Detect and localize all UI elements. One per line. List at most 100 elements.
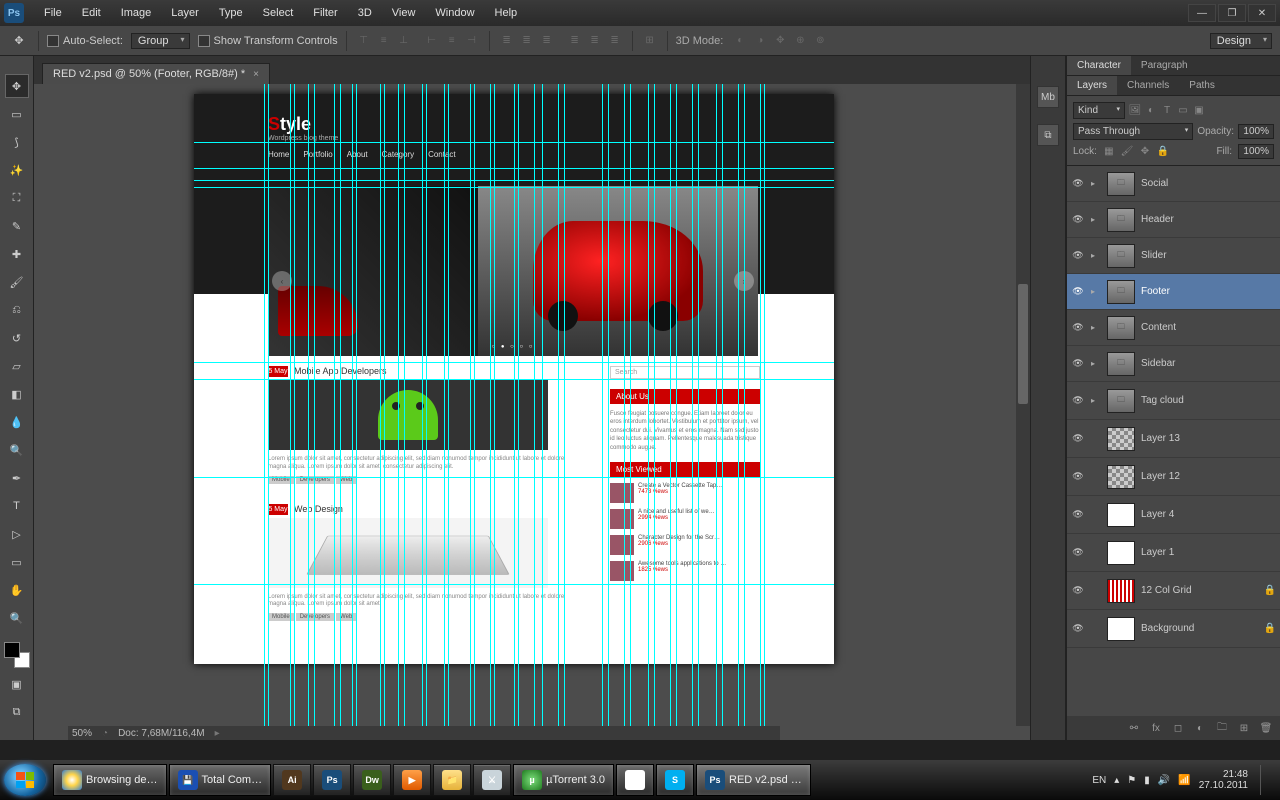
link-layers-icon[interactable]: ⚯	[1126, 720, 1142, 736]
type-tool[interactable]: T	[5, 494, 29, 518]
clock[interactable]: 21:4827.10.2011	[1199, 769, 1248, 791]
visibility-toggle[interactable]	[1071, 177, 1085, 191]
layer-row[interactable]: ▸ 🗀 Content	[1067, 310, 1280, 346]
layer-row[interactable]: Layer 4	[1067, 496, 1280, 534]
volume-icon[interactable]: 🔊	[1158, 775, 1170, 786]
menu-item[interactable]: File	[36, 5, 70, 21]
3d-tool-5[interactable]: ⊚	[811, 32, 829, 50]
action-center-icon[interactable]: ⚑	[1127, 775, 1136, 786]
menu-item[interactable]: Edit	[74, 5, 109, 21]
layer-row[interactable]: Layer 1	[1067, 534, 1280, 572]
layer-row[interactable]: Background 🔒	[1067, 610, 1280, 648]
filter-kind[interactable]: Kind	[1073, 102, 1125, 119]
taskbar-item-teamviewer[interactable]: ⟳	[616, 764, 654, 796]
pen-tool[interactable]: ✒	[5, 466, 29, 490]
blend-mode[interactable]: Pass Through	[1073, 123, 1193, 140]
new-group-icon[interactable]: 🗀	[1214, 720, 1230, 736]
hand-tool[interactable]: ✋	[5, 578, 29, 602]
filter-pixel-icon[interactable]: 🖼	[1129, 105, 1141, 117]
disclose-icon[interactable]: ▸	[1091, 359, 1101, 368]
maximize-button[interactable]: ❐	[1218, 4, 1246, 22]
screen-mode[interactable]: ⧉	[5, 700, 29, 724]
align-hmid-icon[interactable]: ≡	[443, 32, 461, 50]
filter-shape-icon[interactable]: ▭	[1177, 105, 1189, 117]
3d-tool-3[interactable]: ✥	[771, 32, 789, 50]
visibility-toggle[interactable]	[1071, 357, 1085, 371]
align-vmid-icon[interactable]: ≡	[375, 32, 393, 50]
mini-panel-2[interactable]: ⧉	[1037, 124, 1059, 146]
lock-trans-icon[interactable]: ▦	[1103, 146, 1115, 158]
fill-field[interactable]: 100%	[1238, 144, 1274, 159]
network-icon[interactable]: 📶	[1178, 775, 1190, 786]
canvas-area[interactable]: SStyletyle Wordpress blog theme HomePort…	[34, 84, 1030, 740]
disclose-icon[interactable]: ▸	[1091, 287, 1101, 296]
crop-tool[interactable]: ⛶	[5, 186, 29, 210]
visibility-toggle[interactable]	[1071, 470, 1085, 484]
disclose-icon[interactable]: ▸	[1091, 179, 1101, 188]
delete-layer-icon[interactable]: 🗑	[1258, 720, 1274, 736]
3d-tool-1[interactable]: ◐	[731, 32, 749, 50]
taskbar-item-utorrent[interactable]: µµTorrent 3.0	[513, 764, 614, 796]
align-bottom-icon[interactable]: ⊥	[395, 32, 413, 50]
mini-panel-1[interactable]: Mb	[1037, 86, 1059, 108]
eyedropper-tool[interactable]: ✎	[5, 214, 29, 238]
lock-pixel-icon[interactable]: 🖌	[1121, 146, 1133, 158]
battery-icon[interactable]: ▮	[1144, 775, 1150, 786]
layer-style-icon[interactable]: fx	[1148, 720, 1164, 736]
taskbar-item-photoshop-task[interactable]: PsRED v2.psd …	[696, 764, 811, 796]
new-layer-icon[interactable]: ⊞	[1236, 720, 1252, 736]
layer-row[interactable]: Layer 12	[1067, 458, 1280, 496]
auto-align-icon[interactable]: ⊞	[641, 32, 659, 50]
visibility-toggle[interactable]	[1071, 508, 1085, 522]
visibility-toggle[interactable]	[1071, 249, 1085, 263]
menu-item[interactable]: 3D	[350, 5, 380, 21]
3d-tool-4[interactable]: ⊕	[791, 32, 809, 50]
panel-tab[interactable]: Layers	[1067, 76, 1117, 95]
vertical-scrollbar[interactable]	[1016, 84, 1030, 726]
taskbar-item-skype[interactable]: S	[656, 764, 694, 796]
adjustment-layer-icon[interactable]: ◐	[1192, 720, 1208, 736]
history-brush-tool[interactable]: ↺	[5, 326, 29, 350]
layer-row[interactable]: ▸ 🗀 Header	[1067, 202, 1280, 238]
auto-select-dropdown[interactable]: Group	[131, 33, 190, 49]
menu-item[interactable]: Window	[427, 5, 482, 21]
panel-tab[interactable]: Channels	[1117, 76, 1179, 95]
menu-item[interactable]: Layer	[163, 5, 207, 21]
visibility-toggle[interactable]	[1071, 213, 1085, 227]
panel-tab[interactable]: Character	[1067, 56, 1131, 75]
visibility-toggle[interactable]	[1071, 546, 1085, 560]
layer-mask-icon[interactable]: ◻	[1170, 720, 1186, 736]
layer-row[interactable]: ▸ 🗀 Social	[1067, 166, 1280, 202]
filter-adjust-icon[interactable]: ◐	[1145, 105, 1157, 117]
visibility-toggle[interactable]	[1071, 432, 1085, 446]
close-tab-icon[interactable]: ×	[253, 69, 259, 80]
visibility-toggle[interactable]	[1071, 285, 1085, 299]
marquee-tool[interactable]: ▭	[5, 102, 29, 126]
visibility-toggle[interactable]	[1071, 622, 1085, 636]
menu-item[interactable]: Image	[113, 5, 160, 21]
stamp-tool[interactable]: ⎌	[5, 298, 29, 322]
menu-item[interactable]: View	[384, 5, 424, 21]
color-swatches[interactable]	[4, 642, 30, 668]
transform-controls-checkbox[interactable]: Show Transform Controls	[198, 35, 338, 47]
align-top-icon[interactable]: ⊤	[355, 32, 373, 50]
layer-row[interactable]: 12 Col Grid 🔒	[1067, 572, 1280, 610]
taskbar-item-chrome[interactable]: Browsing de…	[53, 764, 167, 796]
taskbar-item-cs[interactable]: ⚔	[473, 764, 511, 796]
show-desktop[interactable]	[1260, 765, 1268, 795]
start-button[interactable]	[4, 764, 46, 796]
panel-tab[interactable]: Paths	[1179, 76, 1225, 95]
3d-tool-2[interactable]: ◑	[751, 32, 769, 50]
menu-item[interactable]: Filter	[305, 5, 345, 21]
disclose-icon[interactable]: ▸	[1091, 323, 1101, 332]
taskbar-item-media[interactable]: ▶	[393, 764, 431, 796]
menu-item[interactable]: Help	[487, 5, 526, 21]
layer-row[interactable]: ▸ 🗀 Tag cloud	[1067, 382, 1280, 420]
visibility-toggle[interactable]	[1071, 321, 1085, 335]
layer-row[interactable]: Layer 13	[1067, 420, 1280, 458]
taskbar-item-photoshop-icon[interactable]: Ps	[313, 764, 351, 796]
filter-type-icon[interactable]: T	[1161, 105, 1173, 117]
gradient-tool[interactable]: ◧	[5, 382, 29, 406]
zoom-field[interactable]: 50%	[72, 728, 92, 739]
taskbar-item-explorer[interactable]: 📁	[433, 764, 471, 796]
